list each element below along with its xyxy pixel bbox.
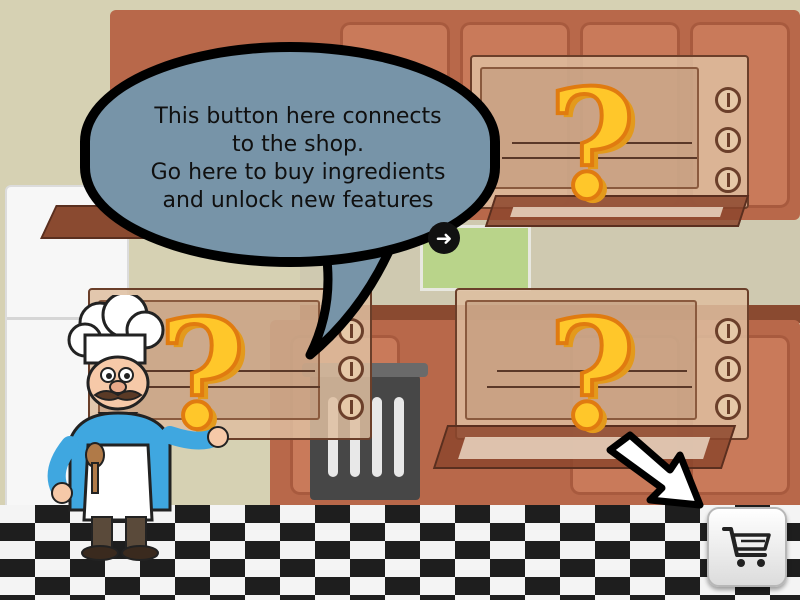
tutorial-line: and unlock new features [162, 188, 434, 213]
tutorial-next-button[interactable]: ➜ [428, 222, 460, 254]
locked-oven-question-mark: ? [546, 287, 638, 463]
chef-character [47, 295, 229, 561]
game-scene: ? ? ? This button here connects to the s… [0, 0, 800, 600]
shop-button[interactable] [707, 507, 787, 587]
locked-oven-question-mark: ? [546, 57, 638, 233]
tutorial-message: This button here connects to the shop. G… [112, 103, 484, 215]
chef-hat-icon [67, 295, 165, 365]
tutorial-line: to the shop. [232, 132, 364, 157]
tutorial-line: Go here to buy ingredients [150, 160, 446, 185]
arrow-right-icon: ➜ [435, 226, 453, 250]
shopping-cart-icon [722, 527, 771, 567]
tutorial-line: This button here connects [154, 104, 442, 129]
pointer-arrow-icon [606, 431, 704, 509]
